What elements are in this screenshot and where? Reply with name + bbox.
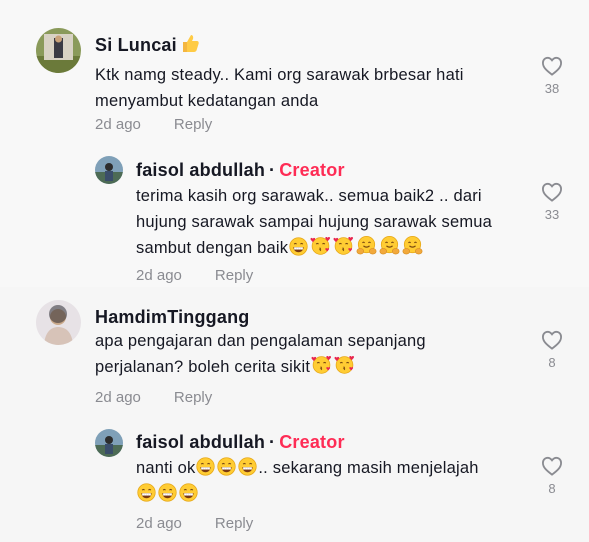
comment-time: 2d ago (95, 389, 141, 406)
reply-button[interactable]: Reply (215, 267, 253, 284)
reply-text: terima kasih org sarawak.. semua baik2 .… (136, 187, 493, 257)
heart-icon (541, 330, 563, 350)
reply-button[interactable]: Reply (174, 389, 212, 406)
reply-text: nanti ok.. sekarang masih menjelajah (136, 455, 526, 507)
reply-button[interactable]: Reply (174, 116, 212, 133)
like-count: 8 (548, 355, 556, 370)
reply-username[interactable]: faisol abdullah · Creator (136, 160, 345, 181)
like-button[interactable]: 8 (532, 456, 572, 496)
reply-time: 2d ago (136, 267, 182, 284)
like-count: 8 (548, 481, 556, 496)
grin-emoji (289, 237, 308, 256)
comment-meta: 2d ago Reply (95, 389, 212, 406)
avatar[interactable] (36, 28, 81, 73)
like-button[interactable]: 38 (532, 56, 572, 96)
like-button[interactable]: 8 (532, 330, 572, 370)
hugging-emoji (402, 235, 423, 256)
reply-meta: 2d ago Reply (136, 267, 253, 284)
avatar[interactable] (95, 156, 123, 184)
heart-icon (541, 56, 563, 76)
comment-username[interactable]: HamdimTinggang (95, 307, 249, 328)
grin-emoji (238, 457, 258, 476)
grin-emoji (158, 483, 177, 502)
kissing-hearts-emoji (333, 235, 354, 256)
heart-icon (541, 182, 563, 202)
grin-emoji (196, 457, 216, 476)
comment-text: Ktk namg steady.. Kami org sarawak brbes… (95, 66, 464, 110)
comment-meta: 2d ago Reply (95, 116, 212, 133)
creator-badge: Creator (279, 432, 345, 452)
avatar[interactable] (95, 429, 123, 457)
creator-badge: Creator (279, 160, 345, 180)
comment-username[interactable]: Si Luncai (95, 32, 201, 56)
kissing-hearts-emoji (311, 354, 332, 375)
like-count: 33 (544, 207, 560, 222)
reply-meta: 2d ago Reply (136, 515, 253, 532)
like-button[interactable]: 33 (532, 182, 572, 222)
hugging-emoji (379, 235, 400, 256)
reply-time: 2d ago (136, 515, 182, 532)
kissing-hearts-emoji (310, 235, 331, 256)
kissing-hearts-emoji (334, 354, 355, 375)
grin-emoji (137, 483, 156, 502)
avatar[interactable] (36, 300, 81, 345)
reply-button[interactable]: Reply (215, 515, 253, 532)
comment-time: 2d ago (95, 116, 141, 133)
comment-text: apa pengajaran dan pengalaman sepanjang … (95, 332, 426, 376)
like-count: 38 (544, 81, 560, 96)
heart-icon (541, 456, 563, 476)
grin-emoji (217, 457, 237, 476)
reply-username[interactable]: faisol abdullah · Creator (136, 432, 345, 453)
thumbs-up-emoji (177, 35, 201, 55)
grin-emoji (179, 483, 198, 502)
hugging-emoji (356, 235, 377, 256)
